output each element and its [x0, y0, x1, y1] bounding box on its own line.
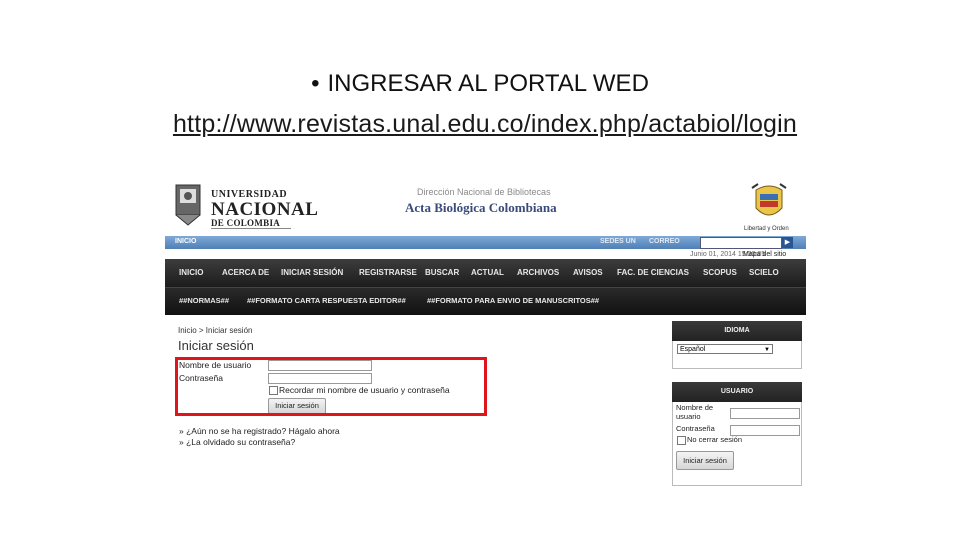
submenu-envio-manuscritos[interactable]: ##FORMATO PARA ENVIO DE MANUSCRITOS## — [427, 296, 599, 305]
university-logo-text: UNIVERSIDAD NACIONAL DE COLOMBIA — [211, 190, 318, 228]
menu-acerca-de[interactable]: ACERCA DE — [222, 268, 269, 277]
page-title: Iniciar sesión — [178, 338, 254, 353]
menu-archivos[interactable]: ARCHIVOS — [517, 268, 559, 277]
main-menu: INICIO ACERCA DE INICIAR SESIÓN REGISTRA… — [165, 259, 806, 287]
submenu-carta-respuesta[interactable]: ##FORMATO CARTA RESPUESTA EDITOR## — [247, 296, 406, 305]
menu-scielo[interactable]: SCIELO — [749, 268, 779, 277]
language-select[interactable]: Español ▼ — [677, 344, 773, 354]
unal-line2: NACIONAL — [211, 199, 319, 220]
journal-title: Acta Biológica Colombiana — [405, 200, 557, 215]
correo-link[interactable]: CORREO — [649, 238, 680, 245]
menu-iniciar-sesion[interactable]: INICIAR SESIÓN — [281, 268, 343, 277]
sedes-link[interactable]: SEDES UN — [600, 238, 636, 245]
portal-screenshot: UNIVERSIDAD NACIONAL DE COLOMBIA Direcci… — [165, 180, 806, 486]
university-crest-icon — [175, 184, 201, 226]
side-login-button[interactable]: Iniciar sesión — [676, 451, 734, 470]
menu-fac-ciencias[interactable]: FAC. DE CIENCIAS — [617, 268, 689, 277]
menu-avisos[interactable]: AVISOS — [573, 268, 603, 277]
side-username-label: Nombre de usuario — [676, 403, 713, 421]
coat-of-arms-icon — [751, 183, 787, 216]
side-username-label-line2: usuario — [676, 412, 701, 421]
keep-session-label: No cerrar sesión — [687, 435, 743, 444]
idioma-header: IDIOMA — [672, 321, 802, 341]
secondary-menu: ##NORMAS## ##FORMATO CARTA RESPUESTA EDI… — [165, 287, 806, 315]
keep-session-checkbox[interactable] — [677, 436, 686, 445]
sitemap-link[interactable]: Mapa del sitio — [743, 251, 786, 258]
register-link[interactable]: » ¿Aún no se ha registrado? Hágalo ahora — [179, 426, 340, 436]
bluebar-inicio-link[interactable]: INICIO — [175, 238, 196, 245]
side-username-label-line1: Nombre de — [676, 403, 714, 412]
forgot-password-link[interactable]: » ¿La olvidado su contraseña? — [179, 437, 295, 447]
bullet: • — [311, 70, 320, 97]
library-direction: Dirección Nacional de Bibliotecas — [417, 187, 551, 197]
site-search-input[interactable] — [700, 237, 782, 249]
portal-url-link[interactable]: http://www.revistas.unal.edu.co/index.ph… — [0, 110, 960, 139]
menu-inicio[interactable]: INICIO — [179, 268, 203, 277]
coat-of-arms-label: Libertad y Orden — [744, 226, 789, 232]
search-go-button[interactable]: ▶ — [782, 237, 793, 248]
menu-buscar[interactable]: BUSCAR — [425, 268, 459, 277]
breadcrumb: Inicio > Iniciar sesión — [178, 326, 253, 335]
side-username-field[interactable] — [730, 408, 800, 419]
menu-actual[interactable]: ACTUAL — [471, 268, 504, 277]
chevron-down-icon: ▼ — [764, 347, 770, 353]
menu-registrarse[interactable]: REGISTRARSE — [359, 268, 417, 277]
site-header: UNIVERSIDAD NACIONAL DE COLOMBIA Direcci… — [165, 180, 806, 236]
slide-title: • INGRESAR AL PORTAL WED — [0, 70, 960, 98]
menu-scopus[interactable]: SCOPUS — [703, 268, 737, 277]
side-password-label: Contraseña — [676, 424, 715, 433]
language-selected: Español — [680, 346, 706, 353]
slide-title-text: INGRESAR AL PORTAL WED — [327, 70, 649, 97]
submenu-normas[interactable]: ##NORMAS## — [179, 296, 229, 305]
usuario-header: USUARIO — [672, 382, 802, 402]
logo-divider — [211, 228, 291, 229]
unal-line3: DE COLOMBIA — [211, 218, 281, 228]
highlight-box — [175, 357, 487, 416]
